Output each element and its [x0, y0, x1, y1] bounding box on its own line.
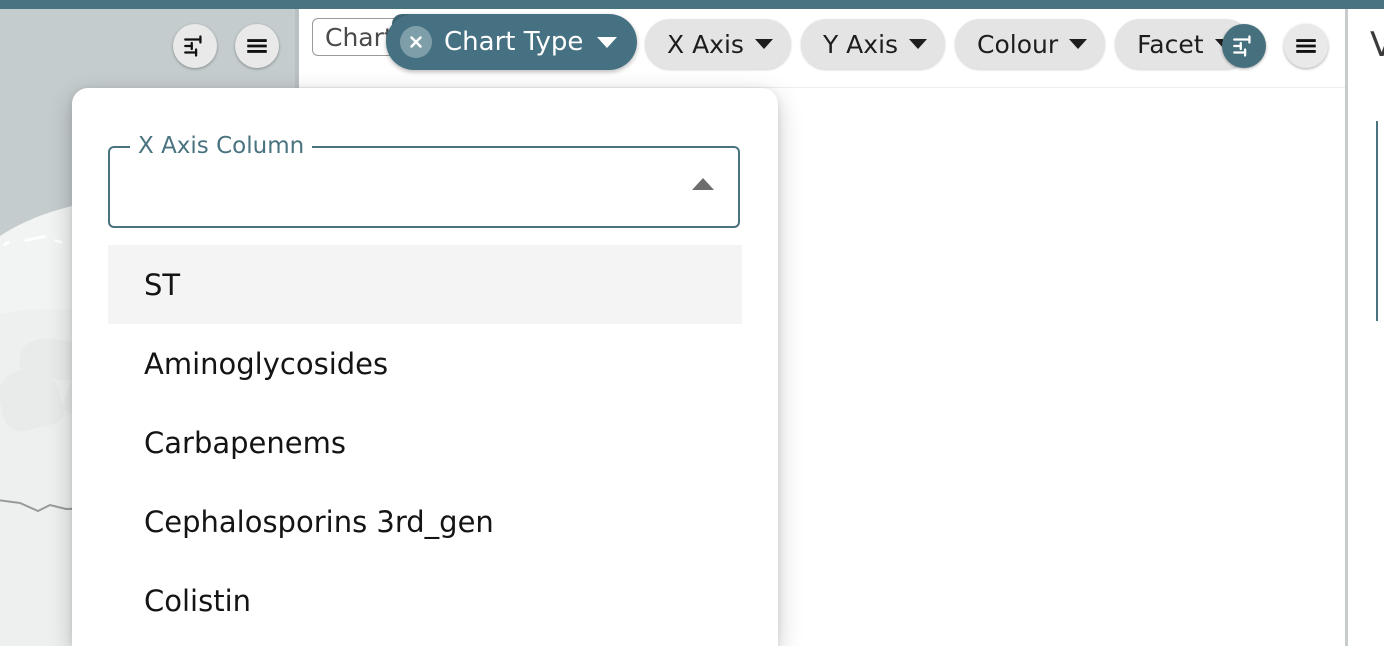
- list-item[interactable]: Colistin: [108, 561, 742, 640]
- x-axis-column-popover: X Axis Column ST Aminoglycosides Carbape…: [72, 88, 778, 646]
- map-menu-button[interactable]: [235, 24, 279, 68]
- toolbar-tune-button[interactable]: [1222, 24, 1266, 68]
- chevron-down-icon: [1069, 39, 1088, 49]
- x-axis-column-listbox[interactable]: ST Aminoglycosides Carbapenems Cephalosp…: [108, 245, 742, 646]
- chip-y-axis-label: Y Axis: [822, 29, 899, 59]
- app-bar: [0, 0, 1384, 9]
- tune-icon: [1233, 35, 1251, 57]
- list-item[interactable]: Carbapenems: [108, 403, 742, 482]
- chip-chart-ghost-label: Chart: [325, 22, 394, 52]
- x-axis-column-field[interactable]: X Axis Column: [108, 133, 740, 228]
- list-item[interactable]: Cephalosporins 3rd_gen: [108, 482, 742, 561]
- list-item-label: Cephalosporins 3rd_gen: [144, 504, 494, 539]
- chevron-down-icon: [909, 39, 928, 49]
- right-pane-accent-rule: [1376, 121, 1378, 321]
- chip-chart-type[interactable]: Chart Type: [386, 14, 638, 70]
- chip-colour[interactable]: Colour: [955, 19, 1106, 69]
- x-axis-column-label: X Axis Column: [130, 133, 313, 159]
- close-icon[interactable]: [400, 26, 432, 58]
- app-root: V Chart Chart Type X Axis Y Axis Colour …: [0, 0, 1384, 646]
- chip-colour-label: Colour: [977, 29, 1059, 59]
- chip-x-axis[interactable]: X Axis: [645, 19, 791, 69]
- hamburger-menu-icon: [1296, 39, 1316, 53]
- list-item-label: Carbapenems: [144, 425, 346, 460]
- chip-y-axis[interactable]: Y Axis: [800, 19, 946, 69]
- list-item-label: Aminoglycosides: [144, 346, 389, 381]
- list-item[interactable]: ST: [108, 245, 742, 324]
- map-tune-button[interactable]: [173, 24, 217, 68]
- hamburger-menu-icon: [247, 39, 267, 53]
- chevron-down-icon: [597, 36, 618, 48]
- right-pane-partial-text: V: [1370, 25, 1384, 65]
- chip-group: X Axis Y Axis Colour Facet: [645, 18, 1251, 70]
- toolbar-menu-button[interactable]: [1284, 24, 1328, 68]
- right-pane: V: [1348, 9, 1384, 646]
- chevron-down-icon: [754, 39, 773, 49]
- list-item-label: ST: [144, 267, 181, 302]
- chip-chart-type-label: Chart Type: [444, 27, 584, 57]
- chip-facet-label: Facet: [1137, 29, 1204, 59]
- chevron-up-icon[interactable]: [692, 178, 714, 190]
- list-item[interactable]: Aminoglycosides: [108, 324, 742, 403]
- chip-x-axis-label: X Axis: [667, 29, 744, 59]
- tune-icon: [184, 35, 202, 57]
- list-item-label: Colistin: [144, 583, 252, 618]
